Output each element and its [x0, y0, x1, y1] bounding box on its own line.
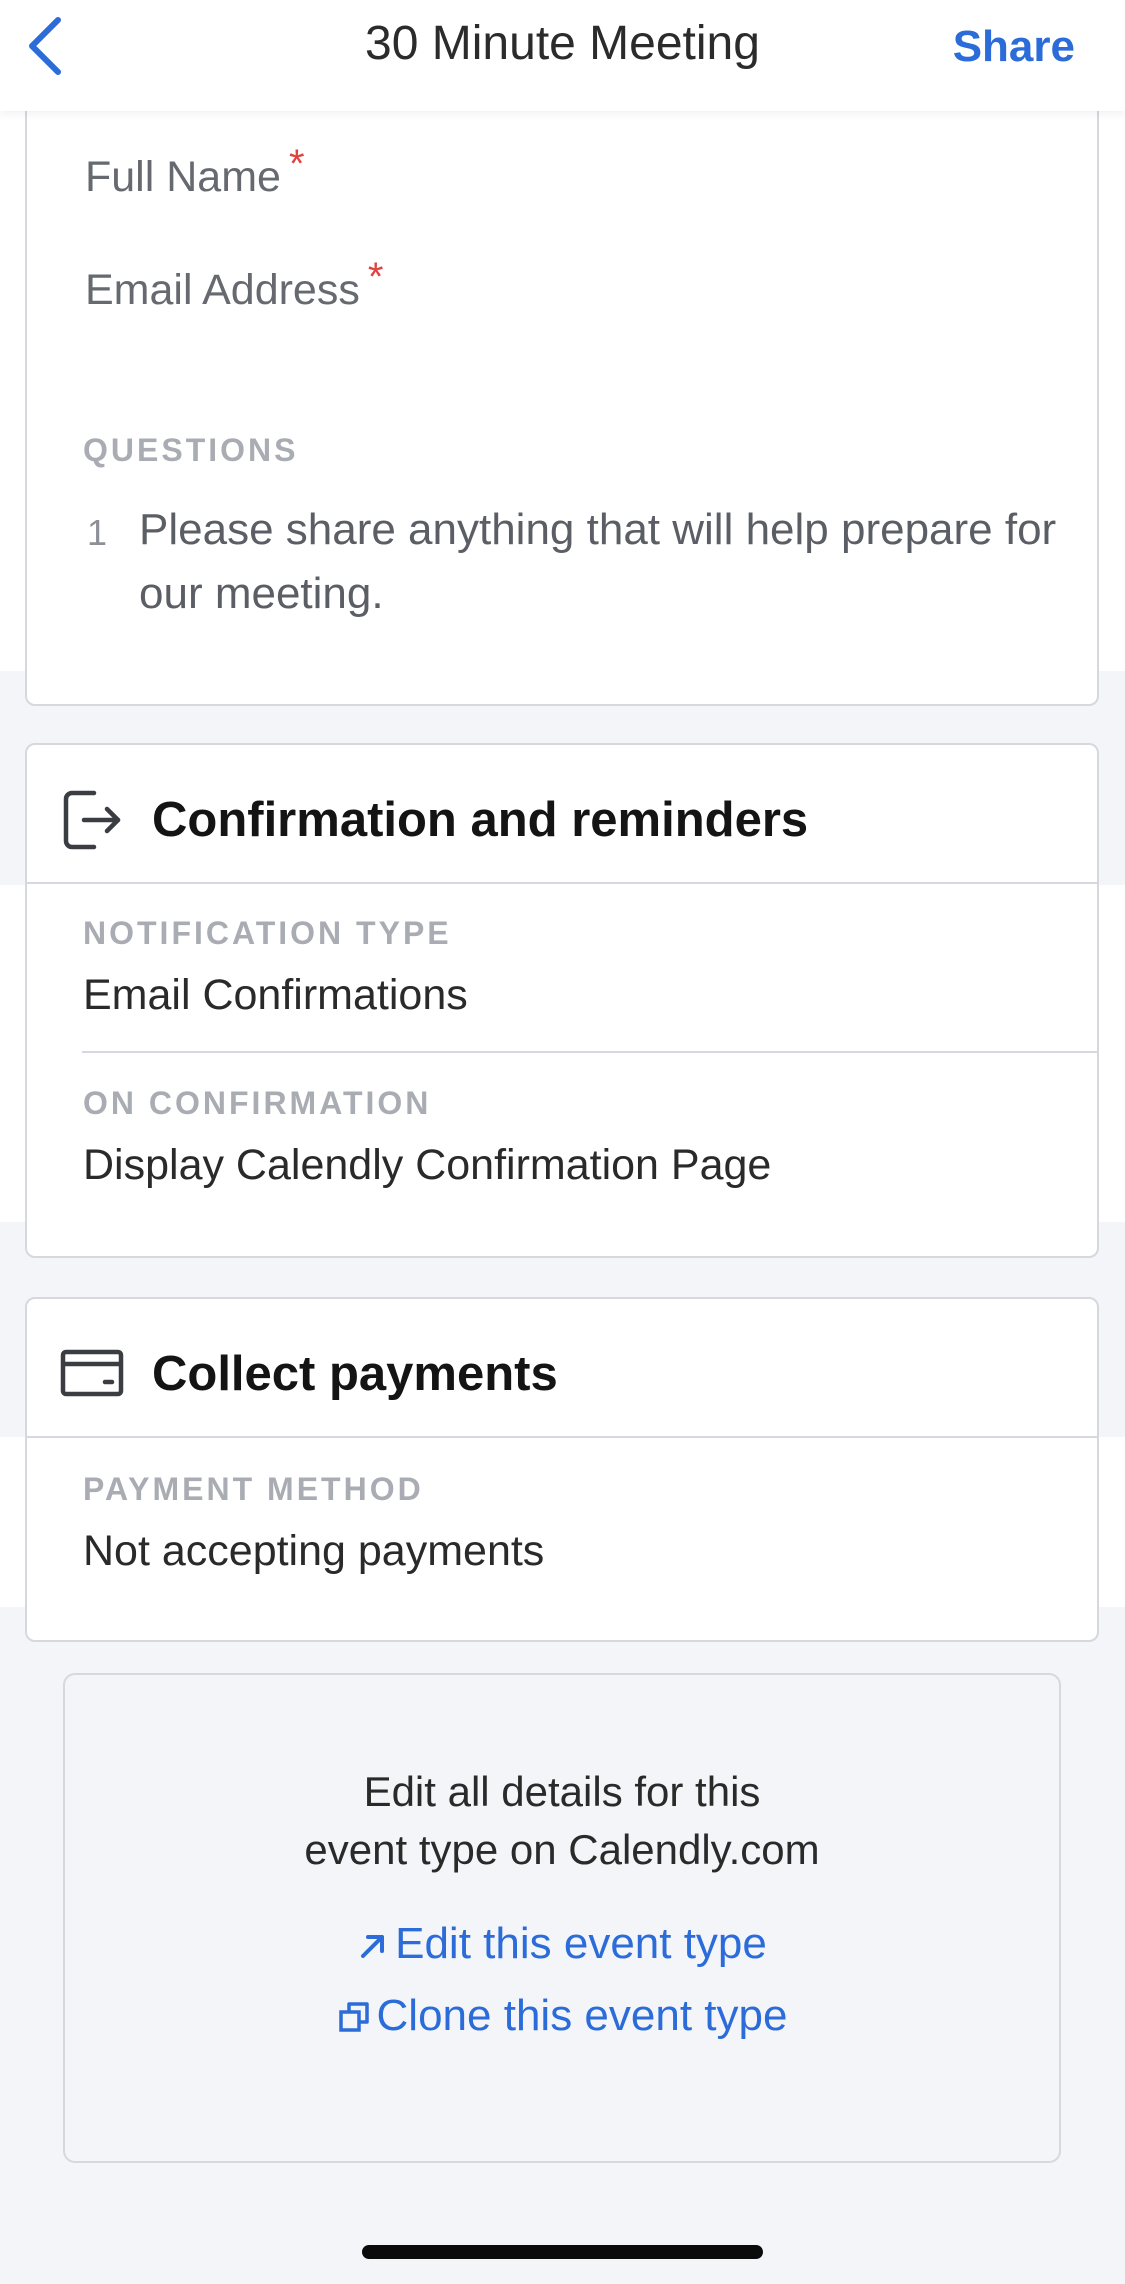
edit-event-type-link[interactable]: Edit this event type [65, 1919, 1059, 1969]
exit-arrow-icon [60, 787, 126, 858]
field-label: Email Address [85, 266, 360, 314]
full-name-field: Full Name * [85, 142, 305, 202]
home-indicator [362, 2245, 763, 2259]
divider [82, 1051, 1097, 1053]
navigation-bar: 30 Minute Meeting Share [0, 0, 1125, 111]
question-number: 1 [87, 512, 108, 553]
required-marker: * [288, 142, 305, 186]
clone-event-type-link[interactable]: Clone this event type [65, 1991, 1059, 2041]
payments-card[interactable]: Collect payments PAYMENT METHOD Not acce… [25, 1297, 1099, 1642]
clone-icon [338, 2002, 369, 2032]
notification-type-label: NOTIFICATION TYPE [83, 915, 452, 951]
questions-label: QUESTIONS [83, 432, 299, 468]
email-address-field: Email Address * [85, 255, 383, 315]
footer-line: event type on Calendly.com [304, 1826, 820, 1873]
divider [27, 1436, 1097, 1438]
clone-link-label: Clone this event type [376, 1991, 788, 2040]
required-marker: * [367, 255, 384, 299]
notification-type-value: Email Confirmations [83, 971, 468, 1019]
arrow-up-right-icon [361, 1935, 385, 1958]
card-icon [60, 1349, 124, 1402]
question-text: Please share anything that will help pre… [139, 505, 1057, 618]
confirmation-title: Confirmation and reminders [152, 793, 809, 847]
footer-line: Edit all details for this [363, 1768, 761, 1815]
payments-title: Collect payments [152, 1347, 558, 1401]
share-button[interactable]: Share [953, 22, 1075, 72]
confirmation-card[interactable]: Confirmation and reminders NOTIFICATION … [25, 743, 1099, 1258]
footer-description: Edit all details for this event type on … [65, 1763, 1059, 1879]
field-label: Full Name [85, 153, 281, 201]
edit-on-web-panel: Edit all details for this event type on … [63, 1673, 1061, 2163]
payment-method-value: Not accepting payments [83, 1527, 545, 1575]
on-confirmation-value: Display Calendly Confirmation Page [83, 1141, 772, 1189]
edit-link-label: Edit this event type [395, 1919, 767, 1968]
on-confirmation-label: ON CONFIRMATION [83, 1085, 432, 1121]
divider [27, 882, 1097, 884]
payment-method-label: PAYMENT METHOD [83, 1471, 424, 1507]
invitee-questions-card[interactable]: Full Name * Email Address * QUESTIONS 1 Pl… [25, 60, 1099, 706]
